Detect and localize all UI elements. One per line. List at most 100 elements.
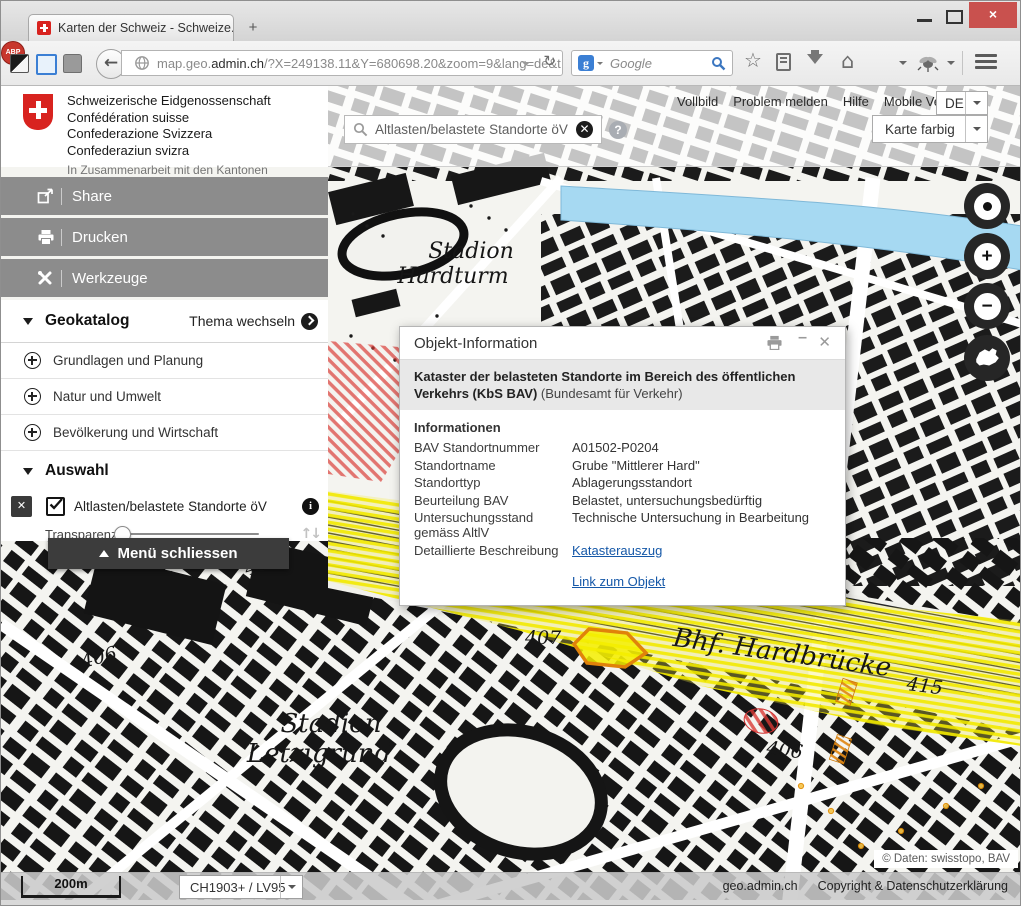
catalog-item-grundlagen[interactable]: Grundlagen und Planung xyxy=(1,343,328,379)
language-select[interactable]: DE xyxy=(936,91,988,115)
popup-minimize-icon[interactable]: – xyxy=(798,329,807,347)
home-icon[interactable]: ⌂ xyxy=(841,49,854,73)
map-style-select[interactable]: Karte farbig xyxy=(872,115,988,143)
zoom-out-button[interactable]: − xyxy=(964,283,1010,329)
nav-vollbild[interactable]: Vollbild xyxy=(677,94,718,109)
projection-select[interactable]: CH1903+ / LV95 xyxy=(179,875,303,899)
extension-icon-1[interactable] xyxy=(10,54,29,73)
row-label: Beurteilung BAV xyxy=(414,493,564,508)
catalog-item-label: Bevölkerung und Wirtschaft xyxy=(53,425,218,440)
bookmark-star-icon[interactable]: ☆ xyxy=(744,48,762,73)
scale-bar: 200m xyxy=(21,876,121,898)
browser-window: Karten der Schweiz - Schweize... + × ← m… xyxy=(0,0,1021,906)
popup-close-icon[interactable]: ✕ xyxy=(818,333,831,351)
transparency-slider[interactable] xyxy=(116,533,259,535)
default-extent-button[interactable] xyxy=(964,335,1010,381)
object-permalink[interactable]: Link zum Objekt xyxy=(572,574,665,589)
map-style-value: Karte farbig xyxy=(885,122,955,137)
projection-value: CH1903+ / LV95 xyxy=(190,880,286,895)
expand-plus-icon[interactable] xyxy=(24,388,41,405)
geokatalog-header[interactable]: Geokatalog Thema wechseln xyxy=(1,300,328,343)
search-go-icon[interactable] xyxy=(711,56,726,71)
map-label-406b: 406 xyxy=(764,737,804,763)
search-icon xyxy=(353,122,368,137)
nav-problem-melden[interactable]: Problem melden xyxy=(733,94,828,109)
menu-hamburger-icon[interactable] xyxy=(975,54,997,72)
change-theme-link[interactable]: Thema wechseln xyxy=(189,313,318,330)
popup-body: Informationen BAV StandortnummerA01502-P… xyxy=(400,410,845,605)
geolocate-button[interactable] xyxy=(964,183,1010,229)
print-button[interactable]: Drucken xyxy=(1,218,328,256)
maximize-window-icon[interactable] xyxy=(946,10,963,24)
remove-layer-button[interactable]: ✕ xyxy=(11,496,32,517)
row-value: A01502-P0204 xyxy=(572,440,831,455)
extension-icon-3[interactable] xyxy=(63,54,82,73)
share-label: Share xyxy=(72,188,112,205)
zoom-in-button[interactable]: + xyxy=(964,233,1010,279)
popup-section-title: Informationen xyxy=(414,420,831,435)
help-icon[interactable]: ? xyxy=(609,121,627,139)
bug-extension-dropdown-icon[interactable] xyxy=(947,61,955,69)
search-engine-dropdown-icon[interactable] xyxy=(597,62,603,68)
browser-tab[interactable]: Karten der Schweiz - Schweize... xyxy=(28,14,234,41)
tools-label: Werkzeuge xyxy=(72,270,148,287)
url-dropdown-icon[interactable] xyxy=(522,62,530,70)
org-line: Confederaziun svizra xyxy=(67,143,271,160)
footer-links: geo.admin.ch Copyright & Datenschutzerkl… xyxy=(723,879,1008,893)
adblock-dropdown-icon[interactable] xyxy=(899,61,907,69)
share-button[interactable]: Share xyxy=(1,177,328,215)
minimize-window-icon[interactable] xyxy=(917,19,932,22)
popup-titlebar[interactable]: Objekt-Information – ✕ xyxy=(400,327,845,360)
layer-reorder-icons[interactable]: ↑↓ xyxy=(301,526,320,542)
footer-bar: 200m CH1903+ / LV95 geo.admin.ch Copyrig… xyxy=(1,872,1021,900)
copyright-link[interactable]: Copyright & Datenschutzerklärung xyxy=(818,879,1008,893)
search-engine-bar[interactable]: g Google xyxy=(571,50,733,76)
url-path: /?X=249138.11&Y=680698.20&zoom=9&lang=de… xyxy=(264,56,561,71)
map-label-407: 407 xyxy=(524,627,562,649)
auswahl-header[interactable]: Auswahl xyxy=(1,451,328,491)
close-menu-button[interactable]: Menü schliessen xyxy=(48,538,289,569)
bug-extension-icon[interactable] xyxy=(916,53,940,73)
catalog-item-natur[interactable]: Natur und Umwelt xyxy=(1,379,328,415)
map-style-caret[interactable] xyxy=(965,116,987,142)
divider xyxy=(61,188,62,205)
reload-icon[interactable]: ↻ xyxy=(543,52,556,70)
share-icon xyxy=(37,188,59,204)
row-label: Detaillierte Beschreibung xyxy=(414,543,564,558)
divider xyxy=(61,270,62,287)
expand-plus-icon[interactable] xyxy=(24,352,41,369)
downloads-icon[interactable] xyxy=(807,54,823,72)
expand-plus-icon[interactable] xyxy=(24,424,41,441)
geoadmin-link[interactable]: geo.admin.ch xyxy=(723,879,798,893)
close-window-button[interactable]: × xyxy=(969,2,1017,28)
map-search-input[interactable]: Altlasten/belastete Standorte öV ✕ xyxy=(344,115,602,144)
url-bar[interactable]: map.geo.admin.ch/?X=249138.11&Y=680698.2… xyxy=(121,50,563,76)
layer-row: ✕ Altlasten/belastete Standorte öV i xyxy=(1,491,328,521)
extension-icon-2[interactable] xyxy=(36,54,57,75)
new-tab-button[interactable]: + xyxy=(241,18,265,38)
divider xyxy=(61,229,62,246)
layer-info-icon[interactable]: i xyxy=(302,498,319,515)
window-bottom-strip xyxy=(1,900,1021,906)
url-subdomain: map.geo. xyxy=(157,56,211,71)
globe-icon xyxy=(134,55,150,71)
language-caret[interactable] xyxy=(965,92,987,114)
kataster-extract-link[interactable]: Katasterauszug xyxy=(572,543,662,558)
map-attribution[interactable]: © Daten: swisstopo, BAV xyxy=(874,850,1018,868)
map-label-stadion-letzigrund-1: Stadion xyxy=(280,709,381,739)
projection-caret[interactable] xyxy=(280,876,302,898)
auswahl-title: Auswahl xyxy=(45,462,109,480)
search-engine-placeholder[interactable]: Google xyxy=(610,56,711,71)
popup-print-icon[interactable] xyxy=(766,335,783,350)
switzerland-outline-icon xyxy=(973,344,1001,372)
nav-hilfe[interactable]: Hilfe xyxy=(843,94,869,109)
change-theme-label: Thema wechseln xyxy=(189,313,295,329)
org-line: Schweizerische Eidgenossenschaft xyxy=(67,93,271,110)
layer-checkbox[interactable] xyxy=(46,497,65,516)
tools-button[interactable]: Werkzeuge xyxy=(1,259,328,297)
google-logo-icon[interactable]: g xyxy=(578,55,594,71)
catalog-item-bevoelkerung[interactable]: Bevölkerung und Wirtschaft xyxy=(1,415,328,451)
catalog-item-label: Grundlagen und Planung xyxy=(53,353,203,368)
clear-search-icon[interactable]: ✕ xyxy=(576,121,593,138)
bookmarks-panel-icon[interactable] xyxy=(776,53,791,71)
